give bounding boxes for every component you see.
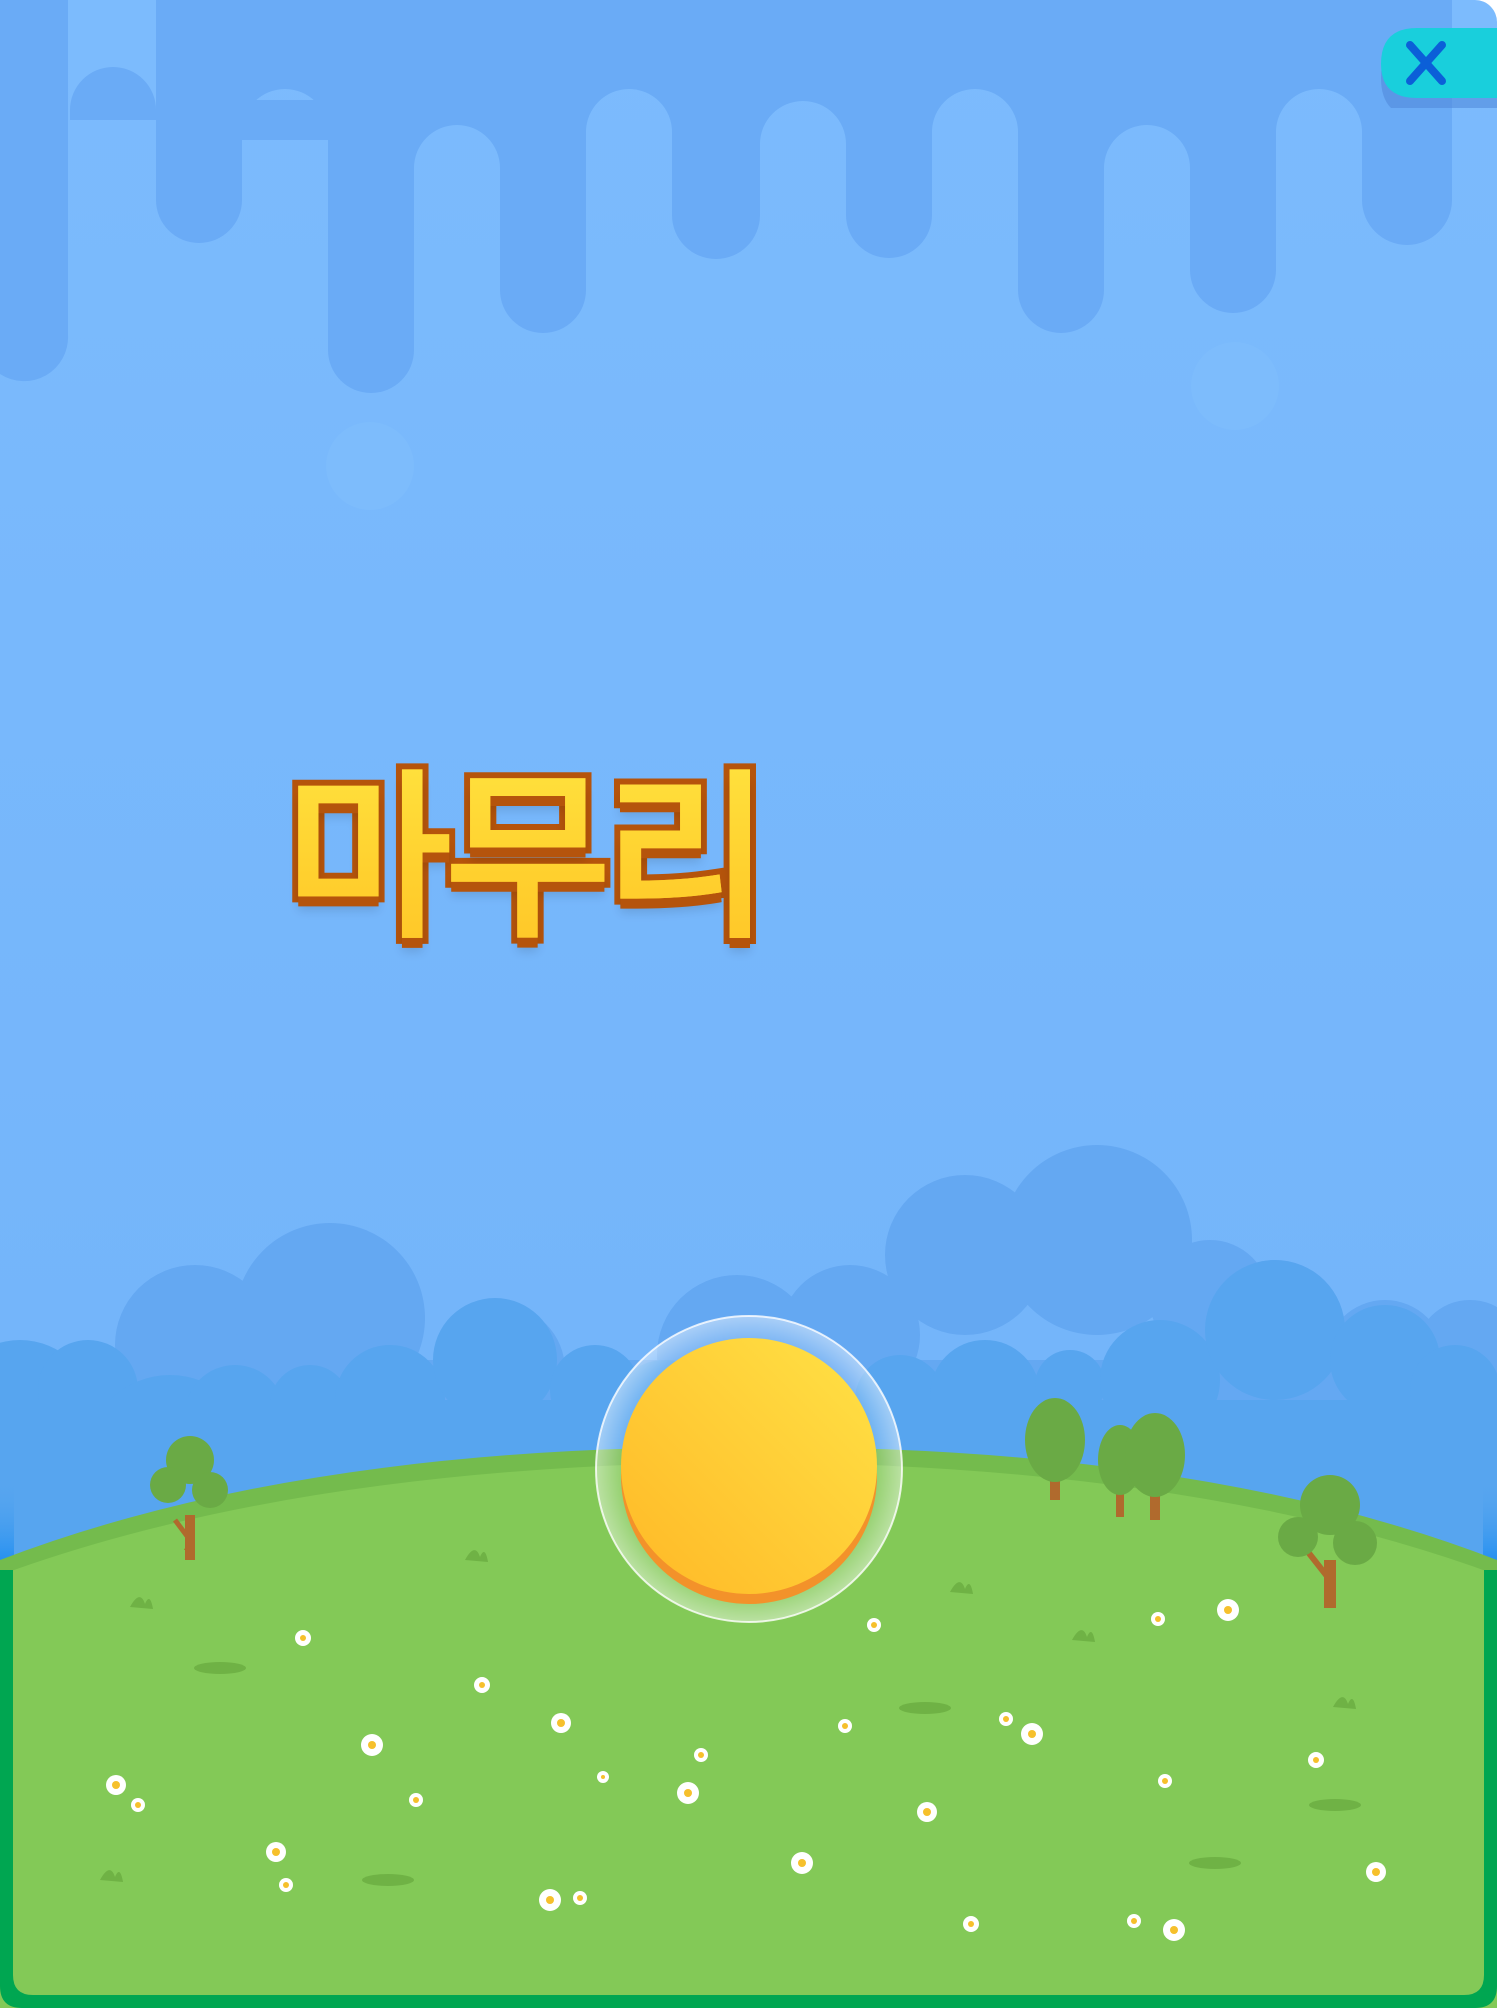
title-logo: 마무리 마무리	[200, 700, 850, 1020]
game-screen: 마무리 마무리	[0, 0, 1497, 2008]
title-text: 마무리	[280, 755, 777, 964]
close-button[interactable]	[1381, 28, 1497, 108]
start-circle-button[interactable]	[594, 1314, 904, 1624]
